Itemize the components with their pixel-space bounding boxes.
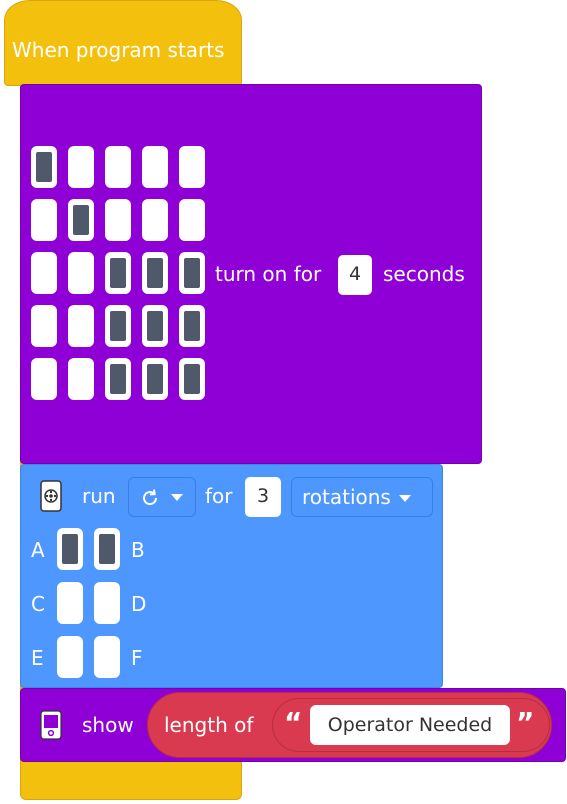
amount-input[interactable]: 3 [245, 477, 281, 517]
matrix-pixel-1-0[interactable] [31, 199, 57, 241]
port-b-toggle[interactable] [94, 528, 120, 570]
matrix-pixel-1-3[interactable] [142, 199, 168, 241]
matrix-pixel-2-1[interactable] [68, 252, 94, 294]
matrix-pixel-3-3[interactable] [142, 305, 168, 347]
port-d-toggle[interactable] [94, 582, 120, 624]
port-label-f: F [131, 646, 143, 670]
port-label-a: A [31, 538, 45, 562]
matrix-pixel-4-1[interactable] [68, 358, 94, 400]
port-c-toggle[interactable] [57, 582, 83, 624]
matrix-pixel-4-3[interactable] [142, 358, 168, 400]
hat-title: When program starts [12, 38, 225, 62]
matrix-pixel-0-0[interactable] [31, 146, 57, 188]
port-f-toggle[interactable] [94, 636, 120, 678]
matrix-pixel-1-4[interactable] [179, 199, 205, 241]
close-quote-icon: ” [516, 706, 535, 739]
for-label: for [205, 484, 233, 508]
run-label: run [82, 484, 116, 508]
matrix-pixel-4-4[interactable] [179, 358, 205, 400]
direction-dropdown[interactable] [128, 477, 196, 517]
turn-on-label: turn on for [215, 262, 322, 286]
matrix-pixel-2-4[interactable] [179, 252, 205, 294]
port-e-toggle[interactable] [57, 636, 83, 678]
length-of-label: length of [164, 713, 254, 737]
matrix-pixel-3-4[interactable] [179, 305, 205, 347]
matrix-pixel-0-1[interactable] [68, 146, 94, 188]
port-label-c: C [31, 592, 45, 616]
show-label: show [82, 713, 134, 737]
event-block-foot [20, 760, 242, 800]
matrix-pixel-2-3[interactable] [142, 252, 168, 294]
port-label-e: E [31, 646, 44, 670]
matrix-pixel-3-2[interactable] [105, 305, 131, 347]
rotate-clockwise-icon [143, 489, 158, 506]
matrix-pixel-4-2[interactable] [105, 358, 131, 400]
port-label-b: B [131, 538, 145, 562]
matrix-pixel-0-3[interactable] [142, 146, 168, 188]
matrix-pixel-1-1[interactable] [68, 199, 94, 241]
matrix-pixel-3-0[interactable] [31, 305, 57, 347]
text-input[interactable]: Operator Needed [310, 705, 510, 745]
motor-icon [40, 480, 62, 512]
matrix-pixel-3-1[interactable] [68, 305, 94, 347]
chevron-down-icon [171, 494, 183, 501]
matrix-pixel-0-4[interactable] [179, 146, 205, 188]
matrix-pixel-2-0[interactable] [31, 252, 57, 294]
matrix-pixel-4-0[interactable] [31, 358, 57, 400]
matrix-pixel-2-2[interactable] [105, 252, 131, 294]
matrix-pixel-1-2[interactable] [105, 199, 131, 241]
chevron-down-icon [398, 495, 411, 502]
matrix-pixel-0-2[interactable] [105, 146, 131, 188]
unit-value: rotations [302, 485, 391, 509]
port-label-d: D [131, 592, 147, 616]
seconds-label: seconds [383, 262, 465, 286]
open-quote-icon: “ [284, 706, 303, 739]
port-a-toggle[interactable] [57, 528, 83, 570]
unit-dropdown[interactable]: rotations [291, 477, 433, 517]
seconds-input[interactable]: 4 [338, 255, 372, 295]
hub-display-icon [40, 710, 62, 740]
